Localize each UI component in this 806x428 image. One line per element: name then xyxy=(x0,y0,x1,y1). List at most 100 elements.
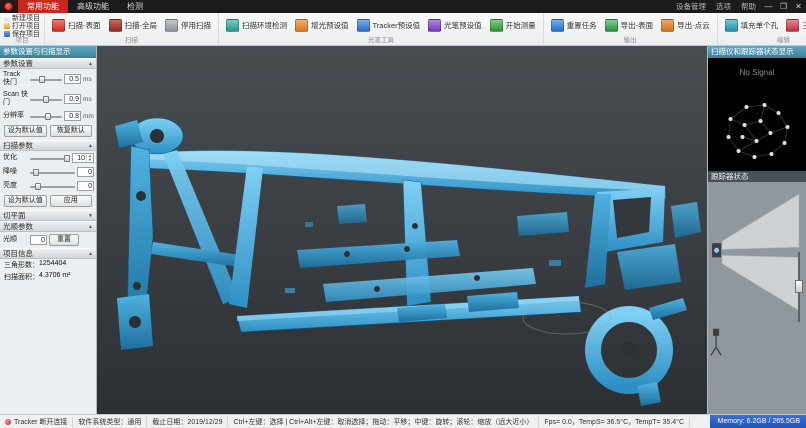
unit-label: ms xyxy=(83,96,94,103)
collapse-arrow-icon: ▲ xyxy=(88,141,93,151)
brightness-preset-icon xyxy=(295,19,308,32)
button-label: 导出-表面 xyxy=(621,20,654,31)
denoise-row: 降噪 0 xyxy=(0,165,96,179)
section-header-project-info[interactable]: 项目信息 ▲ xyxy=(0,248,96,259)
resolution-row: 分辨率 0.8 mm xyxy=(0,109,96,123)
unit-label: ms xyxy=(83,76,94,83)
set-default-button[interactable]: 设为默认值 xyxy=(4,125,47,137)
scan-global-button[interactable]: 扫描-全局 xyxy=(106,17,161,34)
scan-global-icon xyxy=(109,19,122,32)
viewport-3d[interactable] xyxy=(97,46,707,414)
track-shutter-slider[interactable] xyxy=(30,75,62,84)
reset-button[interactable]: 重置 xyxy=(49,234,79,246)
section-header-clip-plane[interactable]: 切平面 ▼ xyxy=(0,210,96,221)
track-shutter-row: Track 快门 0.5 ms xyxy=(0,69,96,89)
smooth-label: 光顺 xyxy=(3,236,28,244)
menu-device-management[interactable]: 设备管理 xyxy=(671,1,711,12)
track-shutter-label: Track 快门 xyxy=(3,71,28,87)
restore-default-button[interactable]: 恢复默认 xyxy=(50,125,93,137)
denoise-slider[interactable] xyxy=(30,168,75,177)
group-label-project: 项目 xyxy=(0,36,44,45)
stop-scan-button[interactable]: 停用扫描 xyxy=(162,17,214,34)
mouse-hints-status: Ctrl+左键：选择 | Ctrl+Alt+左键：取消选择；拖动：平移；中键：旋… xyxy=(228,417,539,427)
reset-task-button[interactable]: 重置任务 xyxy=(548,17,600,34)
software-type-status: 软件系统类型：通用 xyxy=(73,417,147,427)
section-header-params[interactable]: 参数设置 ▲ xyxy=(0,58,96,69)
start-measure-button[interactable]: 开始测量 xyxy=(487,17,539,34)
tracker-status-header[interactable]: 跟踪器状态 xyxy=(708,171,806,182)
export-pointcloud-icon xyxy=(661,19,674,32)
maximize-button[interactable]: ❐ xyxy=(776,0,791,13)
brightness-slider[interactable] xyxy=(30,182,75,191)
button-label: 重置任务 xyxy=(567,20,597,31)
tracker-frustum-graphic xyxy=(708,182,806,414)
optimize-spinbox[interactable]: 10 ▲▼ xyxy=(72,153,94,163)
ribbon-toolbar: 新建项目 打开项目 保存项目 项目 扫描-表面 扫描-全局 xyxy=(0,13,806,46)
ribbon-group-probe-tools: 扫描环境检测 增光预设值 Tracker预设值 光笔预设值 开始测量 光笔工具 xyxy=(219,13,544,45)
export-surface-button[interactable]: 导出-表面 xyxy=(602,17,657,34)
status-text: Fps= 0.0，TempS= 36.5°C，TempT= 35.4°C xyxy=(544,417,684,427)
resolution-slider[interactable] xyxy=(30,112,62,121)
group-label-scan: 扫描 xyxy=(45,36,218,45)
track-shutter-value[interactable]: 0.5 xyxy=(64,74,81,84)
export-pointcloud-button[interactable]: 导出-点云 xyxy=(658,17,713,34)
menu-help[interactable]: 帮助 xyxy=(736,1,761,12)
minimize-button[interactable]: — xyxy=(761,0,776,13)
button-label: 扫描-表面 xyxy=(68,20,101,31)
section-header-smooth[interactable]: 光顺参数 ▲ xyxy=(0,221,96,232)
brightness-preset-button[interactable]: 增光预设值 xyxy=(292,17,352,34)
status-text: Tracker 断开连接 xyxy=(14,417,67,427)
scan-surface-button[interactable]: 扫描-表面 xyxy=(49,17,104,34)
stop-scan-icon xyxy=(165,19,178,32)
tracker-zoom-slider[interactable] xyxy=(795,252,803,322)
group-label-output: 输出 xyxy=(544,36,717,45)
optimize-slider[interactable] xyxy=(30,154,70,163)
probe-preset-button[interactable]: 光笔预设值 xyxy=(425,17,485,34)
memory-text: Memory: 6.2GB / 265.5GB xyxy=(718,418,800,425)
close-button[interactable]: ✕ xyxy=(791,0,806,13)
start-measure-icon xyxy=(490,19,503,32)
scan-env-check-button[interactable]: 扫描环境检测 xyxy=(223,17,290,34)
title-bar: 常用功能 高级功能 检测 设备管理 选项 帮助 — ❐ ✕ xyxy=(0,0,806,13)
button-label: 填充单个孔 xyxy=(741,20,779,31)
apply-button[interactable]: 应用 xyxy=(50,195,93,207)
edit-3d-button[interactable]: 三维编辑 xyxy=(783,17,806,34)
collapse-arrow-icon: ▲ xyxy=(88,249,93,259)
scan-shutter-slider[interactable] xyxy=(30,95,62,104)
env-check-icon xyxy=(226,19,239,32)
ribbon-group-scan: 扫描-表面 扫描-全局 停用扫描 扫描 xyxy=(45,13,219,45)
scan-set-default-button[interactable]: 设为默认值 xyxy=(4,195,47,207)
menu-options[interactable]: 选项 xyxy=(711,1,736,12)
spinner-arrows-icon[interactable]: ▲▼ xyxy=(86,154,93,162)
right-panel: 扫描仪和跟踪器状态显示 No Signal xyxy=(707,46,806,414)
tracker-preset-button[interactable]: Tracker预设值 xyxy=(354,17,424,34)
left-panel-title: 参数设置与扫描显示 xyxy=(0,46,96,58)
section-title: 光顺参数 xyxy=(3,222,33,232)
status-text: Ctrl+左键：选择 | Ctrl+Alt+左键：取消选择；拖动：平移；中键：旋… xyxy=(233,417,533,427)
denoise-value[interactable]: 0 xyxy=(77,167,94,177)
brightness-value[interactable]: 0 xyxy=(77,181,94,191)
scan-shutter-label: Scan 快门 xyxy=(3,91,28,107)
resolution-label: 分辨率 xyxy=(3,112,28,120)
status-text: 软件系统类型：通用 xyxy=(78,417,141,427)
section-header-scan-params[interactable]: 扫描参数 ▲ xyxy=(0,140,96,151)
scan-shutter-value[interactable]: 0.9 xyxy=(64,94,81,104)
optimize-label: 优化 xyxy=(3,154,28,162)
expiry-date-status: 截止日期：2019/12/29 xyxy=(147,417,228,427)
triangle-count-label: 三角形数： xyxy=(4,260,39,270)
section-title: 项目信息 xyxy=(3,249,33,259)
tab-advanced-functions[interactable]: 高级功能 xyxy=(68,0,118,13)
optimize-value: 10 xyxy=(73,154,86,162)
collapse-arrow-icon: ▲ xyxy=(88,59,93,69)
button-label: 增光预设值 xyxy=(311,20,349,31)
tab-inspection[interactable]: 检测 xyxy=(118,0,152,13)
resolution-value[interactable]: 0.8 xyxy=(64,111,81,121)
new-project-icon xyxy=(4,15,10,21)
smooth-value[interactable]: 0 xyxy=(30,235,47,245)
status-text: 截止日期：2019/12/29 xyxy=(152,417,222,427)
tab-common-functions[interactable]: 常用功能 xyxy=(18,0,68,13)
fill-hole-button[interactable]: 填充单个孔 xyxy=(722,17,782,34)
tracker-markers-graphic xyxy=(708,97,806,169)
scan-area-row: 扫描面积： 4.3706 m² xyxy=(0,271,96,283)
tracker-preset-icon xyxy=(357,19,370,32)
